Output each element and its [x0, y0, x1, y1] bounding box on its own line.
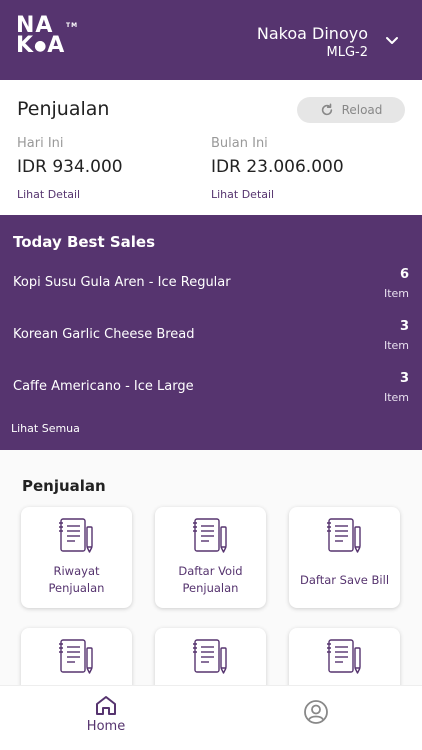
document-pen-icon: [193, 639, 227, 674]
document-pen-icon: [327, 518, 361, 553]
profile-icon[interactable]: [303, 699, 329, 725]
tile-daftar-save-bill[interactable]: Daftar Save Bill: [289, 507, 400, 608]
best-sales-item: Korean Garlic Cheese Bread 3 Item: [13, 319, 409, 359]
best-item-qty: 3: [399, 371, 409, 386]
store-name: Nakoa Dinoyo: [256, 24, 368, 43]
tile-label: Daftar Void Penjualan: [178, 564, 243, 595]
best-item-unit: Item: [383, 287, 409, 300]
best-item-name: Kopi Susu Gula Aren - Ice Regular: [13, 275, 231, 290]
best-sales-item: Kopi Susu Gula Aren - Ice Regular 6 Item: [13, 267, 409, 307]
today-sales: Hari Ini IDR 934.000 Lihat Detail: [17, 135, 123, 203]
today-detail-link[interactable]: Lihat Detail: [17, 187, 123, 203]
best-item-qty: 3: [399, 319, 409, 334]
best-sales-item: Caffe Americano - Ice Large 3 Item: [13, 371, 409, 411]
tile-label: Daftar Save Bill: [299, 573, 390, 587]
chevron-down-icon[interactable]: [384, 33, 400, 49]
nav-home-label: Home: [86, 719, 126, 734]
best-item-name: Caffe Americano - Ice Large: [13, 379, 194, 394]
best-item-unit: Item: [383, 339, 409, 352]
best-sales-title: Today Best Sales: [13, 233, 156, 251]
tile-riwayat-penjualan[interactable]: Riwayat Penjualan: [21, 507, 132, 608]
best-item-name: Korean Garlic Cheese Bread: [13, 327, 195, 342]
document-pen-icon: [59, 518, 93, 553]
document-pen-icon: [59, 639, 93, 674]
bottom-nav: Home: [0, 685, 422, 750]
month-sales: Bulan Ini IDR 23.006.000 Lihat Detail: [211, 135, 344, 203]
month-detail-link[interactable]: Lihat Detail: [211, 187, 344, 203]
store-code: MLG-2: [326, 45, 369, 60]
sales-title: Penjualan: [17, 98, 110, 120]
month-value: IDR 23.006.000: [211, 157, 344, 177]
document-pen-icon: [327, 639, 361, 674]
today-value: IDR 934.000: [17, 157, 123, 177]
tile-label: Riwayat Penjualan: [48, 564, 105, 595]
document-pen-icon: [193, 518, 227, 553]
today-label: Hari Ini: [17, 136, 64, 151]
nakoa-logo: NA K●A TM: [16, 13, 79, 58]
best-item-unit: Item: [383, 391, 409, 404]
refresh-icon: [321, 103, 332, 116]
nav-home[interactable]: Home: [80, 694, 132, 736]
home-icon: [96, 696, 116, 715]
see-all-link[interactable]: Lihat Semua: [11, 422, 80, 435]
reload-button[interactable]: Reload: [297, 97, 405, 123]
tile-daftar-void-penjualan[interactable]: Daftar Void Penjualan: [155, 507, 266, 608]
best-item-qty: 6: [399, 267, 409, 282]
store-selector[interactable]: Nakoa Dinoyo MLG-2: [257, 24, 368, 62]
reload-label: Reload: [341, 103, 383, 117]
menu-section-title: Penjualan: [22, 477, 106, 495]
top-bar: NA K●A TM Nakoa Dinoyo MLG-2: [0, 0, 422, 80]
best-sales-panel: Today Best Sales Kopi Susu Gula Aren - I…: [0, 215, 422, 450]
month-label: Bulan Ini: [211, 136, 268, 151]
